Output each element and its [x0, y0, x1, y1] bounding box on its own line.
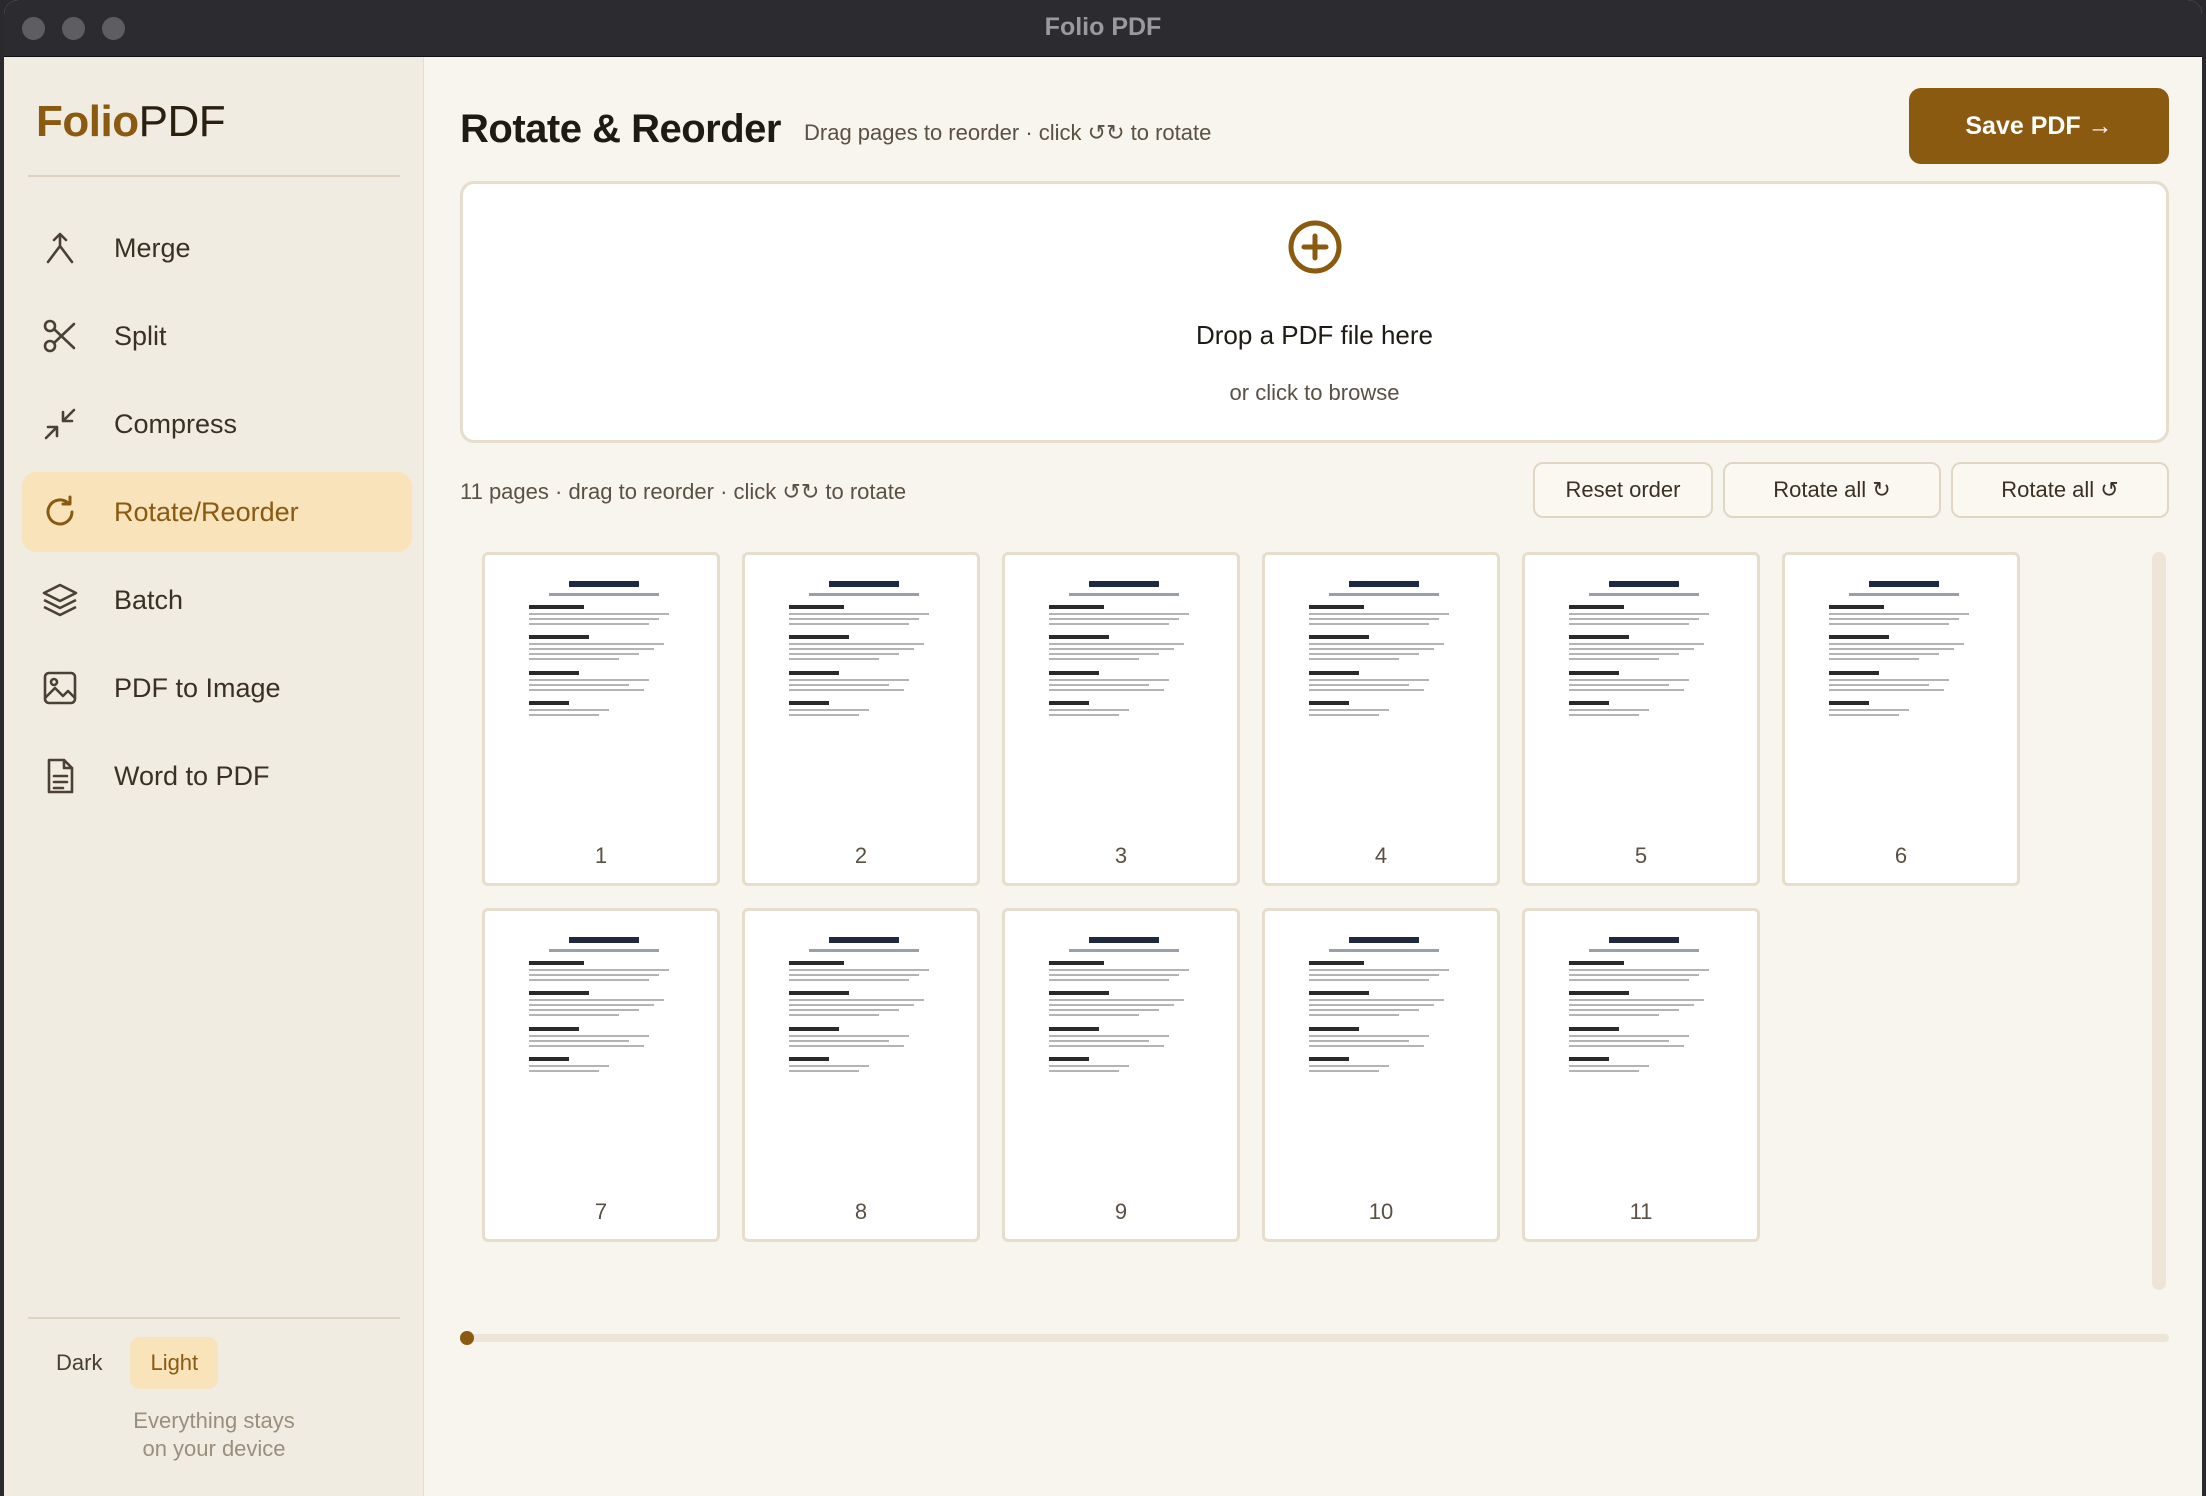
- page-preview: [529, 937, 669, 1072]
- sidebar-divider: [28, 1317, 400, 1319]
- sidebar-item-merge[interactable]: Merge: [22, 208, 412, 288]
- theme-light-button[interactable]: Light: [130, 1337, 219, 1389]
- page-number: 4: [1374, 843, 1388, 868]
- reset-order-button[interactable]: Reset order: [1533, 462, 1713, 518]
- window-title: Folio PDF: [1044, 13, 1162, 41]
- page-thumbnail[interactable]: 8: [742, 908, 980, 1242]
- add-circle-icon: [1288, 220, 1341, 274]
- sidebar-divider: [28, 175, 400, 177]
- layers-icon: [40, 580, 80, 620]
- document-icon: [40, 756, 80, 796]
- page-thumbnail[interactable]: 11: [1522, 908, 1760, 1242]
- pdf-dropzone[interactable]: Drop a PDF file here or click to browse: [460, 181, 2169, 443]
- save-pdf-button[interactable]: Save PDF →: [1909, 88, 2169, 164]
- rotate-all-clockwise-button[interactable]: Rotate all ↻: [1723, 462, 1941, 518]
- dropzone-subtitle: or click to browse: [1229, 380, 1400, 405]
- page-preview: [529, 581, 669, 716]
- sidebar-nav: Merge Split Compress Rotate/Reorder Batc…: [22, 208, 412, 824]
- scissors-icon: [40, 316, 80, 356]
- page-number: 9: [1114, 1199, 1128, 1224]
- sidebar-item-rotate-reorder[interactable]: Rotate/Reorder: [22, 472, 412, 552]
- merge-icon: [40, 228, 80, 268]
- page-thumbnail[interactable]: 10: [1262, 908, 1500, 1242]
- vertical-scrollbar[interactable]: [2152, 552, 2166, 1290]
- sidebar-item-word-to-pdf[interactable]: Word to PDF: [22, 736, 412, 816]
- page-title: Rotate & Reorder: [460, 107, 781, 151]
- page-number: 1: [594, 843, 608, 868]
- page-thumbnail[interactable]: 2: [742, 552, 980, 886]
- page-thumbnail[interactable]: 3: [1002, 552, 1240, 886]
- brand-logo: FolioPDF: [36, 97, 226, 146]
- pages-info: 11 pages · drag to reorder · click ↺↻ to…: [460, 479, 907, 504]
- page-number: 11: [1629, 1199, 1653, 1224]
- page-thumbnail[interactable]: 4: [1262, 552, 1500, 886]
- page-thumbnail[interactable]: 7: [482, 908, 720, 1242]
- sidebar-item-compress[interactable]: Compress: [22, 384, 412, 464]
- page-preview: [1049, 937, 1189, 1072]
- app-window: Folio PDF FolioPDF Merge Split Compress …: [4, 0, 2202, 1496]
- page-thumbnail[interactable]: 6: [1782, 552, 2020, 886]
- page-preview: [1309, 937, 1449, 1072]
- scroll-position-indicator[interactable]: [460, 1331, 474, 1345]
- compress-icon: [40, 404, 80, 444]
- page-number: 5: [1634, 843, 1648, 868]
- image-icon: [40, 668, 80, 708]
- page-number: 10: [1368, 1199, 1394, 1224]
- page-number: 7: [594, 1199, 608, 1224]
- page-preview: [1569, 581, 1709, 716]
- page-preview: [789, 937, 929, 1072]
- privacy-note: Everything stays on your device: [133, 1408, 295, 1461]
- theme-dark-button[interactable]: Dark: [36, 1337, 122, 1389]
- rotate-icon: [40, 492, 80, 532]
- theme-toggle: Dark Light: [36, 1337, 219, 1389]
- sidebar-item-pdf-to-image[interactable]: PDF to Image: [22, 648, 412, 728]
- horizontal-scrollbar[interactable]: [460, 1334, 2169, 1342]
- page-preview: [1829, 581, 1969, 716]
- page-number: 6: [1894, 843, 1908, 868]
- rotate-all-counterclockwise-button[interactable]: Rotate all ↺: [1951, 462, 2169, 518]
- page-toolbar: Reset order Rotate all ↻ Rotate all ↺: [1533, 462, 2169, 518]
- main-content: Rotate & Reorder Drag pages to reorder ·…: [424, 57, 2202, 1496]
- sidebar-item-batch[interactable]: Batch: [22, 560, 412, 640]
- page-preview: [1309, 581, 1449, 716]
- page-preview: [1049, 581, 1189, 716]
- page-preview: [789, 581, 929, 716]
- page-number: 2: [854, 843, 868, 868]
- page-thumbnail[interactable]: 1: [482, 552, 720, 886]
- dropzone-title: Drop a PDF file here: [1196, 320, 1433, 350]
- sidebar: FolioPDF Merge Split Compress Rotate/Reo…: [4, 57, 424, 1496]
- page-number: 8: [854, 1199, 868, 1224]
- page-subtitle: Drag pages to reorder · click ↺↻ to rota…: [804, 120, 1212, 145]
- title-bar: Folio PDF: [4, 0, 2202, 57]
- sidebar-item-split[interactable]: Split: [22, 296, 412, 376]
- page-thumbnail[interactable]: 5: [1522, 552, 1760, 886]
- page-number: 3: [1114, 843, 1128, 868]
- page-preview: [1569, 937, 1709, 1072]
- page-thumbnail[interactable]: 9: [1002, 908, 1240, 1242]
